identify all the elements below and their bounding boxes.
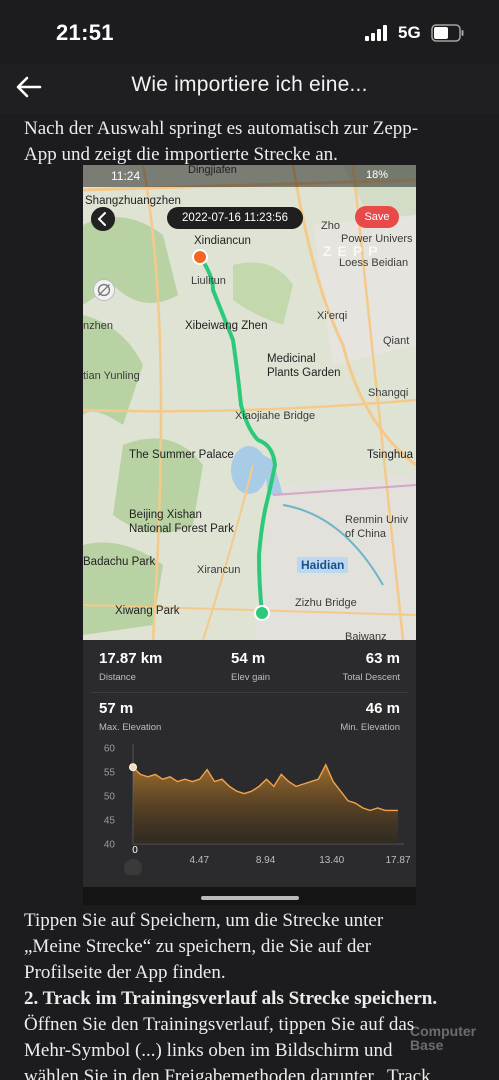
elev-gain-label: Elev gain [231,672,271,683]
x-tick-label: 4.47 [190,855,210,866]
map-label: Zizhu Bridge [295,597,357,609]
network-type: 5G [398,23,421,42]
no-location-icon[interactable] [93,279,115,301]
x-tick-label: 0 [132,845,138,856]
x-tick-label: 13.40 [319,855,344,866]
map-label: The Summer Palace [129,449,234,461]
map-label: nzhen [83,320,113,332]
y-tick-label: 45 [104,816,116,827]
map-label: Medicinal [267,353,316,365]
text-line: Profilseite der App finden. [24,962,226,983]
route-map: Dingjiafen Shangzhuangzhen Zho Xindiancu… [83,165,416,643]
map-label: Xiwang Park [115,605,180,617]
y-tick-label: 55 [104,768,116,779]
signal-icon [365,25,387,41]
article-paragraph: Nach der Auswahl springt es automatisch … [24,116,484,168]
scrubber-handle [124,859,142,875]
page-title: Wie importiere ich eine... [131,73,368,96]
distance-value: 17.87 km [99,650,163,667]
section-heading: 2. Track im Trainingsverlauf als Strecke… [24,988,438,1009]
map-label: National Forest Park [129,523,234,535]
descent-label: Total Descent [342,672,400,683]
map-back-icon[interactable] [91,207,115,231]
map-label: Qiant [383,335,410,347]
zepp-watermark: ZEPP [323,243,384,259]
text-line: wählen Sie in den Freigabemethoden darun… [24,1066,431,1080]
map-label: Xibeiwang Zhen [185,320,268,332]
elev-gain-value: 54 m [231,650,266,667]
status-bar: 21:51 5G [0,0,499,64]
map-label: Xindiancun [194,235,251,247]
min-elevation-value: 46 m [365,700,400,717]
elevation-start-point [129,763,137,772]
district-label: Haidian [297,557,349,573]
computerbase-watermark: Computer Base [410,1024,476,1052]
y-tick-label: 60 [104,744,116,755]
y-tick-label: 50 [104,792,116,803]
text-line: Tippen Sie auf Speichern, um die Strecke… [24,910,384,931]
map-label: of China [345,528,386,540]
nav-header: Wie importiere ich eine... [0,64,499,114]
min-elevation-label: Min. Elevation [340,722,400,733]
elevation-chart: 60 55 50 45 40 0 4.47 8.94 13.40 17.87 [104,744,411,875]
descent-value: 63 m [365,650,400,667]
battery-icon [431,24,464,42]
max-elevation-label: Max. Elevation [99,722,162,733]
map-label: Zho [321,220,340,232]
inner-status-time: 11:24 [111,169,141,183]
max-elevation-value: 57 m [99,700,134,717]
status-time: 21:51 [56,20,114,45]
map-label: Renmin Univ [345,514,408,526]
start-marker [192,249,208,265]
recording-date: 2022-07-16 11:23:56 [167,207,303,229]
end-marker [254,605,270,621]
map-label: Liulitun [191,275,226,287]
map-label: Shangqi [368,387,409,399]
map-label: Xirancun [197,564,241,576]
article-paragraph: Tippen Sie auf Speichern, um die Strecke… [24,908,484,1080]
divider [91,692,408,693]
embedded-app-screenshot: Dingjiafen Shangzhuangzhen Zho Xindiancu… [83,165,416,905]
map-label: Badachu Park [83,556,156,568]
text-line: Nach der Auswahl springt es automatisch … [24,118,419,139]
inner-status-bar: 11:24 18% [83,165,416,187]
map-label: Shangzhuangzhen [85,195,181,207]
watermark-line: Base [410,1037,444,1053]
x-tick-label: 8.94 [256,855,276,866]
map-label: Plants Garden [267,367,341,379]
text-line: „Meine Strecke“ zu speichern, die Sie au… [24,936,372,957]
map-label: tian Yunling [83,370,140,382]
home-indicator [201,896,299,900]
inner-battery-level: 18% [365,169,388,181]
save-button[interactable]: Save [355,206,399,228]
distance-label: Distance [99,672,136,683]
x-tick-label: 17.87 [385,855,410,866]
map-label: Xiaojiahe Bridge [235,410,316,422]
map-label: Tsinghua [367,449,414,461]
watermark-line: Computer [410,1023,477,1039]
map-label: Beijing Xishan [129,509,202,521]
y-tick-label: 40 [104,840,116,851]
map-label: Xi'erqi [317,310,348,322]
